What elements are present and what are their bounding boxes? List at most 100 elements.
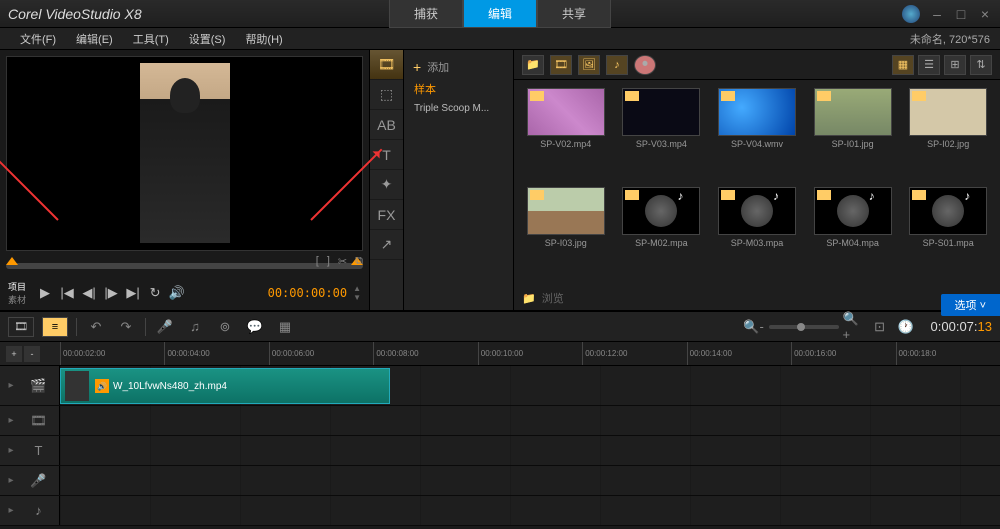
scrub-track[interactable] [6, 263, 363, 269]
import-folder-icon[interactable]: 📁 [522, 55, 544, 75]
video-track-content[interactable]: 🔊 W_10LfvwNs480_zh.mp4 [60, 366, 1000, 405]
library-item[interactable]: SP-I01.jpg [809, 88, 897, 179]
menu-tools[interactable]: 工具(T) [123, 28, 179, 50]
zoom-in-icon[interactable]: 🔍+ [843, 317, 865, 337]
graphic-tool-icon[interactable]: ✦ [370, 170, 403, 200]
menu-help[interactable]: 帮助(H) [235, 28, 292, 50]
ruler-ticks[interactable]: 00:00:02:0000:00:04:0000:00:06:0000:00:0… [60, 342, 1000, 365]
overlay-track-content[interactable] [60, 406, 1000, 435]
filter-photo-icon[interactable]: 🖼 [578, 55, 600, 75]
mark-in-handle[interactable] [6, 257, 18, 265]
menu-settings[interactable]: 设置(S) [179, 28, 236, 50]
clip-name: W_10LfvwNs480_zh.mp4 [113, 381, 227, 392]
redo-icon[interactable]: ↷ [115, 317, 137, 337]
end-button[interactable]: ▶| [124, 284, 142, 302]
track-toggle-icon[interactable]: ▸ [9, 505, 23, 516]
thumb-image [622, 88, 700, 136]
folder-triple-scoop[interactable]: Triple Scoop M... [410, 100, 507, 117]
scrubber[interactable]: [ ] ✂ ⧉ [6, 257, 363, 276]
timecode-spinner[interactable]: ▲▼ [353, 284, 361, 302]
minimize-button[interactable]: – [930, 7, 944, 21]
overlay-track-icon[interactable]: 🎞 [27, 411, 51, 431]
maximize-button[interactable]: □ [954, 7, 968, 21]
home-button[interactable]: |◀ [58, 284, 76, 302]
prev-frame-button[interactable]: ◀| [80, 284, 98, 302]
repeat-button[interactable]: ↻ [146, 284, 164, 302]
mark-in-icon[interactable]: [ [316, 255, 319, 268]
browse-icon[interactable]: 📁 [522, 292, 536, 305]
track-toggle-icon[interactable]: ▸ [9, 380, 23, 391]
tab-edit[interactable]: 编辑 [463, 0, 537, 28]
storyboard-view-icon[interactable]: 🎞 [8, 317, 34, 337]
library-item[interactable]: SP-V03.mp4 [618, 88, 706, 179]
track-toggle-icon[interactable]: ▸ [9, 415, 23, 426]
menu-edit[interactable]: 编辑(E) [66, 28, 123, 50]
browse-label[interactable]: 浏览 [542, 290, 564, 306]
library-item[interactable]: SP-M04.mpa [809, 187, 897, 278]
track-motion-icon[interactable]: ⊚ [214, 317, 236, 337]
title-track-content[interactable] [60, 436, 1000, 465]
voice-track-content[interactable] [60, 466, 1000, 495]
tab-capture[interactable]: 捕获 [389, 0, 463, 28]
playback-mode-toggle[interactable]: 项目 素材 [8, 280, 26, 306]
help-icon[interactable] [902, 5, 920, 23]
track-toggle-icon[interactable]: ▸ [9, 445, 23, 456]
project-duration-icon[interactable]: 🕐 [895, 317, 917, 337]
filter-audio-icon[interactable]: ♪ [606, 55, 628, 75]
folder-samples[interactable]: 样本 [410, 78, 507, 100]
filter-video-icon[interactable]: 🎞 [550, 55, 572, 75]
record-narration-icon[interactable]: 🎤 [154, 317, 176, 337]
zoom-slider[interactable] [769, 325, 839, 329]
timeline-ruler[interactable]: + - 00:00:02:0000:00:04:0000:00:06:0000:… [0, 342, 1000, 366]
timeline-view-icon[interactable]: ≡ [42, 317, 68, 337]
mark-out-icon[interactable]: ] [327, 255, 330, 268]
library-item[interactable]: SP-V04.wmv [713, 88, 801, 179]
instant-project-icon[interactable]: ⬚ [370, 80, 403, 110]
library-item[interactable]: SP-V02.mp4 [522, 88, 610, 179]
library-item[interactable]: SP-M02.mpa [618, 187, 706, 278]
music-track-content[interactable] [60, 496, 1000, 525]
remove-track-icon[interactable]: - [24, 346, 40, 362]
zoom-out-icon[interactable]: 🔍- [743, 317, 765, 337]
track-toggle-icon[interactable]: ▸ [9, 475, 23, 486]
voice-track-icon[interactable]: 🎤 [27, 471, 51, 491]
next-frame-button[interactable]: |▶ [102, 284, 120, 302]
path-tool-icon[interactable]: ↗ [370, 230, 403, 260]
preview-viewport[interactable] [6, 56, 363, 251]
video-track-icon[interactable]: 🎬 [27, 376, 51, 396]
sort-icon[interactable]: ⇅ [970, 55, 992, 75]
add-track-icon[interactable]: + [6, 346, 22, 362]
play-button[interactable]: ▶ [36, 284, 54, 302]
tab-share[interactable]: 共享 [537, 0, 611, 28]
close-button[interactable]: × [978, 7, 992, 21]
subtitle-icon[interactable]: 💬 [244, 317, 266, 337]
add-folder-button[interactable]: + 添加 [410, 56, 507, 78]
video-clip[interactable]: 🔊 W_10LfvwNs480_zh.mp4 [60, 368, 390, 404]
library-item[interactable]: SP-I02.jpg [904, 88, 992, 179]
music-track-icon[interactable]: ♪ [27, 501, 51, 521]
library-item[interactable]: SP-S01.mpa [904, 187, 992, 278]
fullscreen-icon[interactable]: ⧉ [355, 255, 363, 268]
fit-project-icon[interactable]: ⊡ [869, 317, 891, 337]
mode-clip[interactable]: 素材 [8, 293, 26, 306]
filter-tool-icon[interactable]: FX [370, 200, 403, 230]
timecode-display[interactable]: 00:00:00:00 [268, 286, 347, 300]
undo-icon[interactable]: ↶ [85, 317, 107, 337]
library-item[interactable]: SP-M03.mpa [713, 187, 801, 278]
view-thumbs-icon[interactable]: ▦ [892, 55, 914, 75]
view-grid-icon[interactable]: ⊞ [944, 55, 966, 75]
view-list-icon[interactable]: ☰ [918, 55, 940, 75]
media-tool-icon[interactable]: 🎞 [370, 50, 403, 80]
ruler-head: + - [0, 342, 60, 365]
auto-music-icon[interactable]: ♫ [184, 317, 206, 337]
options-button[interactable]: 选项 ˅ [941, 294, 1000, 316]
mode-project[interactable]: 项目 [8, 280, 26, 293]
title-track-icon[interactable]: T [27, 441, 51, 461]
volume-button[interactable]: 🔊 [168, 284, 186, 302]
menu-file[interactable]: 文件(F) [10, 28, 66, 50]
multicam-icon[interactable]: ▦ [274, 317, 296, 337]
library-item[interactable]: SP-I03.jpg [522, 187, 610, 278]
record-icon[interactable]: ⏺ [634, 55, 656, 75]
split-icon[interactable]: ✂ [338, 255, 347, 268]
transition-tool-icon[interactable]: AB [370, 110, 403, 140]
